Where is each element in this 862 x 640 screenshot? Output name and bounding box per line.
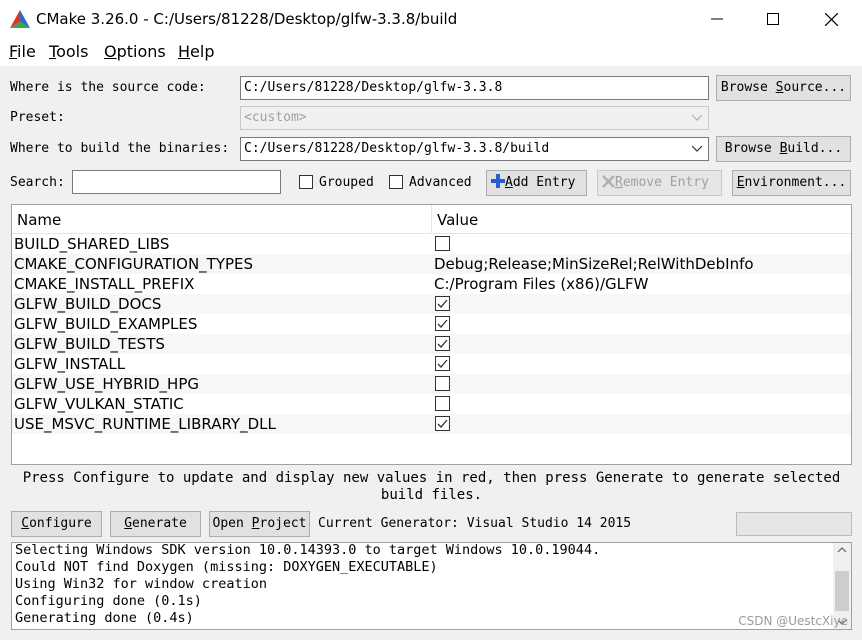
preset-value: <custom>	[244, 110, 307, 125]
output-line: Could NOT find Doxygen (missing: DOXYGEN…	[15, 559, 438, 575]
source-path-input[interactable]: C:/Users/81228/Desktop/glfw-3.3.8	[240, 76, 709, 100]
chevron-down-icon[interactable]	[692, 145, 702, 153]
cache-entry-name: USE_MSVC_RUNTIME_LIBRARY_DLL	[14, 415, 276, 433]
advanced-checkbox[interactable]	[389, 175, 403, 189]
minimize-button[interactable]	[688, 0, 746, 38]
cache-entry-name: GLFW_BUILD_DOCS	[14, 295, 162, 313]
table-row[interactable]: GLFW_BUILD_TESTS	[12, 334, 851, 354]
build-label: Where to build the binaries:	[10, 141, 230, 156]
advanced-label[interactable]: Advanced	[409, 174, 472, 192]
output-line: Generating done (0.4s)	[15, 610, 194, 626]
close-button[interactable]	[802, 0, 860, 38]
table-row[interactable]: CMAKE_CONFIGURATION_TYPES Debug;Release;M…	[12, 254, 851, 274]
build-path-combo[interactable]: C:/Users/81228/Desktop/glfw-3.3.8/build	[240, 137, 709, 161]
cmake-logo-icon	[10, 10, 30, 28]
scroll-up-icon[interactable]	[833, 545, 851, 555]
cache-entry-checkbox[interactable]	[435, 336, 450, 351]
preset-select: <custom>	[240, 106, 709, 130]
maximize-icon	[767, 13, 779, 25]
generate-button[interactable]: Generate	[110, 511, 201, 537]
grouped-checkbox[interactable]	[299, 175, 313, 189]
environment-button[interactable]: Environment...	[732, 170, 851, 196]
chevron-down-icon	[692, 114, 702, 121]
cache-entry-name: CMAKE_INSTALL_PREFIX	[14, 275, 195, 293]
cache-table: Name Value BUILD_SHARED_LIBS CMAKE_CONFIG…	[11, 204, 852, 465]
table-row[interactable]: GLFW_USE_HYBRID_HPG	[12, 374, 851, 394]
table-row[interactable]: BUILD_SHARED_LIBS	[12, 234, 851, 254]
x-icon	[602, 175, 615, 188]
cache-entry-name: GLFW_USE_HYBRID_HPG	[14, 375, 199, 393]
current-generator-text: Current Generator: Visual Studio 14 2015	[318, 516, 632, 531]
menu-options[interactable]: Options	[104, 42, 166, 62]
close-icon	[824, 12, 838, 26]
cache-entry-name: GLFW_INSTALL	[14, 355, 126, 373]
menu-bar: File Tools Options Help	[0, 38, 862, 66]
cache-entry-name: GLFW_BUILD_TESTS	[14, 335, 165, 353]
cache-entry-checkbox[interactable]	[435, 416, 450, 431]
table-row[interactable]: GLFW_BUILD_EXAMPLES	[12, 314, 851, 334]
open-project-button[interactable]: Open Project	[209, 511, 310, 537]
column-header-name[interactable]: Name	[17, 210, 61, 230]
cache-entry-name: GLFW_VULKAN_STATIC	[14, 395, 184, 413]
table-row[interactable]: GLFW_BUILD_DOCS	[12, 294, 851, 314]
add-entry-button[interactable]: Add Entry	[486, 170, 587, 196]
cache-entry-checkbox[interactable]	[435, 236, 450, 251]
output-log[interactable]: Selecting Windows SDK version 10.0.14393…	[11, 542, 852, 630]
output-line: Using Win32 for window creation	[15, 576, 267, 592]
checkmark-icon	[437, 419, 448, 428]
cache-entry-checkbox[interactable]	[435, 356, 450, 371]
plus-icon	[491, 174, 505, 188]
table-row[interactable]: GLFW_INSTALL	[12, 354, 851, 374]
checkmark-icon	[437, 299, 448, 308]
maximize-button[interactable]	[744, 0, 802, 38]
browse-source-button[interactable]: Browse Source...	[716, 75, 851, 101]
progress-bar	[736, 512, 852, 536]
menu-file[interactable]: File	[9, 42, 36, 62]
hint-text: Press Configure to update and display ne…	[22, 470, 841, 503]
search-label: Search:	[10, 175, 65, 190]
checkmark-icon	[437, 319, 448, 328]
grouped-label[interactable]: Grouped	[319, 174, 374, 192]
table-row[interactable]: CMAKE_INSTALL_PREFIX C:/Program Files (x8…	[12, 274, 851, 294]
cache-entry-name: CMAKE_CONFIGURATION_TYPES	[14, 255, 254, 273]
browse-build-button[interactable]: Browse Build...	[716, 136, 851, 162]
checkmark-icon	[437, 339, 448, 348]
cache-entry-name: BUILD_SHARED_LIBS	[14, 235, 170, 253]
preset-label: Preset:	[10, 110, 65, 125]
minimize-icon	[711, 18, 723, 20]
cache-entry-checkbox[interactable]	[435, 316, 450, 331]
menu-tools[interactable]: Tools	[49, 42, 88, 62]
title-bar: CMake 3.26.0 - C:/Users/81228/Desktop/gl…	[0, 0, 862, 38]
cache-entry-value[interactable]: Debug;Release;MinSizeRel;RelWithDebInfo	[434, 254, 754, 274]
menu-help[interactable]: Help	[178, 42, 214, 62]
source-label: Where is the source code:	[10, 80, 206, 95]
remove-entry-button[interactable]: Remove Entry	[597, 170, 722, 196]
table-row[interactable]: GLFW_VULKAN_STATIC	[12, 394, 851, 414]
table-row[interactable]: USE_MSVC_RUNTIME_LIBRARY_DLL	[12, 414, 851, 434]
build-path-value: C:/Users/81228/Desktop/glfw-3.3.8/build	[244, 141, 550, 156]
output-line: Selecting Windows SDK version 10.0.14393…	[15, 542, 601, 558]
column-header-value[interactable]: Value	[437, 210, 478, 230]
cache-entry-value[interactable]: C:/Program Files (x86)/GLFW	[434, 274, 648, 294]
watermark: CSDN @UestcXiye	[738, 614, 848, 628]
configure-button[interactable]: Configure	[11, 511, 102, 537]
search-input[interactable]	[72, 170, 281, 194]
cache-entry-checkbox[interactable]	[435, 376, 450, 391]
table-header: Name Value	[12, 205, 851, 234]
scrollbar-thumb[interactable]	[835, 571, 849, 611]
cache-entry-checkbox[interactable]	[435, 396, 450, 411]
checkmark-icon	[437, 359, 448, 368]
cache-entry-checkbox[interactable]	[435, 296, 450, 311]
output-line: Configuring done (0.1s)	[15, 593, 202, 609]
window-title: CMake 3.26.0 - C:/Users/81228/Desktop/gl…	[36, 10, 458, 28]
column-divider[interactable]	[431, 205, 432, 234]
cache-entry-name: GLFW_BUILD_EXAMPLES	[14, 315, 198, 333]
